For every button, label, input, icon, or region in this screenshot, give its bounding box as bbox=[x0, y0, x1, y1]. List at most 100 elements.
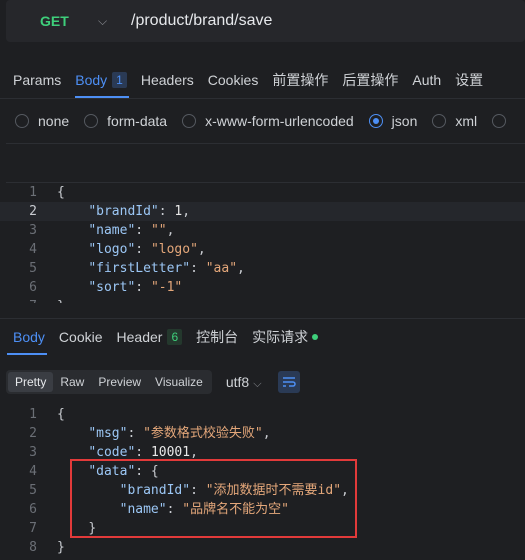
line-number: 5 bbox=[29, 483, 37, 498]
request-tabs: Params Body 1 Headers Cookies 前置操作 后置操作 A… bbox=[0, 62, 525, 99]
http-method-select[interactable]: GET bbox=[6, 13, 90, 29]
radio-icon[interactable] bbox=[492, 114, 507, 128]
radio-checked-icon[interactable] bbox=[368, 114, 383, 128]
line-number: 3 bbox=[29, 223, 37, 238]
json-key: "logo" bbox=[88, 242, 136, 257]
json-brace: } bbox=[88, 521, 97, 536]
response-tabs: Body Cookie Header 6 控制台 实际请求 bbox=[0, 318, 525, 355]
chevron-down-icon[interactable]: ⌵ bbox=[98, 14, 112, 29]
code-line: 5 "firstLetter": "aa", bbox=[0, 259, 525, 278]
tab-count-badge: 6 bbox=[167, 329, 183, 345]
tab-response-header[interactable]: Header 6 bbox=[110, 319, 190, 355]
radio-icon[interactable] bbox=[84, 114, 99, 128]
tab-cookies[interactable]: Cookies bbox=[201, 62, 266, 98]
json-value: "" bbox=[150, 223, 167, 238]
body-type-selector: none form-data x-www-form-urlencoded jso… bbox=[0, 108, 525, 134]
tab-label: 后置操作 bbox=[342, 72, 399, 88]
radio-icon[interactable] bbox=[182, 114, 197, 128]
code-text: } bbox=[57, 297, 65, 303]
tab-label: Body bbox=[75, 72, 108, 88]
code-line: 2 "brandId": 1, bbox=[0, 202, 525, 221]
tab-label: Cookie bbox=[58, 329, 103, 345]
code-text: "sort": "-1" bbox=[88, 280, 183, 295]
line-number: 5 bbox=[29, 261, 37, 276]
json-key: "code" bbox=[88, 445, 136, 460]
json-key: "name" bbox=[88, 223, 136, 238]
line-number: 1 bbox=[29, 185, 37, 200]
line-number: 6 bbox=[29, 502, 37, 517]
response-body-viewer[interactable]: 1{ 2 "msg": "参数格式校验失败", 3 "code": 10001,… bbox=[0, 405, 525, 555]
encoding-select[interactable]: utf8 ⌵ bbox=[226, 374, 262, 391]
code-line: 2 "msg": "参数格式校验失败", bbox=[0, 424, 525, 443]
code-line: 7 } bbox=[0, 519, 525, 538]
wrap-lines-button[interactable] bbox=[277, 371, 300, 393]
body-type-xml[interactable]: xml bbox=[432, 113, 477, 129]
wrap-lines-icon bbox=[282, 377, 296, 387]
code-text: "name": "", bbox=[88, 223, 175, 238]
tab-actual-request[interactable]: 实际请求 bbox=[245, 319, 325, 355]
code-text: "brandId": "添加数据时不需要id", bbox=[119, 483, 349, 498]
tab-params[interactable]: Params bbox=[0, 62, 68, 98]
tab-label: Auth bbox=[412, 72, 442, 88]
request-body-editor[interactable]: 1{ 2 "brandId": 1, 3 "name": "", 4 "logo… bbox=[0, 183, 525, 303]
line-number: 8 bbox=[29, 540, 37, 555]
json-key: "sort" bbox=[88, 280, 136, 295]
view-mode-preview[interactable]: Preview bbox=[91, 372, 148, 392]
code-text: { bbox=[57, 407, 65, 422]
tab-console[interactable]: 控制台 bbox=[189, 319, 245, 355]
code-line: 3 "name": "", bbox=[0, 221, 525, 240]
body-type-form-data[interactable]: form-data bbox=[84, 113, 167, 129]
radio-icon[interactable] bbox=[432, 114, 447, 128]
json-key: "data" bbox=[88, 464, 136, 479]
tab-headers[interactable]: Headers bbox=[134, 62, 201, 98]
line-number: 2 bbox=[29, 204, 37, 219]
view-mode-segmented: Pretty Raw Preview Visualize bbox=[6, 370, 212, 394]
code-text: "logo": "logo", bbox=[88, 242, 206, 257]
radio-label: form-data bbox=[107, 113, 168, 129]
tab-label: Headers bbox=[140, 72, 194, 88]
line-number: 2 bbox=[29, 426, 37, 441]
body-type-urlencoded[interactable]: x-www-form-urlencoded bbox=[182, 113, 354, 129]
json-key: "brandId" bbox=[119, 483, 191, 498]
tab-body[interactable]: Body 1 bbox=[68, 62, 134, 98]
chevron-down-icon: ⌵ bbox=[253, 377, 262, 390]
response-view-toolbar: Pretty Raw Preview Visualize utf8 ⌵ bbox=[6, 369, 300, 395]
code-line: 6 "sort": "-1" bbox=[0, 278, 525, 297]
code-text: "name": "品牌名不能为空" bbox=[119, 502, 289, 517]
url-input[interactable]: /product/brand/save bbox=[131, 12, 272, 30]
body-type-json[interactable]: json bbox=[368, 113, 417, 129]
code-line: 3 "code": 10001, bbox=[0, 443, 525, 462]
status-dot-icon bbox=[312, 334, 319, 340]
json-value: "-1" bbox=[150, 280, 183, 295]
tab-settings[interactable]: 设置 bbox=[448, 62, 490, 98]
tab-label: 实际请求 bbox=[252, 329, 309, 345]
json-key: "firstLetter" bbox=[88, 261, 191, 276]
code-line: 7} bbox=[0, 297, 525, 303]
json-key: "name" bbox=[119, 502, 167, 517]
code-line: 8} bbox=[0, 538, 525, 557]
tab-label: 控制台 bbox=[196, 329, 239, 345]
json-value: "添加数据时不需要id" bbox=[205, 483, 342, 498]
json-value: "logo" bbox=[150, 242, 198, 257]
tab-auth[interactable]: Auth bbox=[405, 62, 448, 98]
code-line: 1{ bbox=[0, 405, 525, 424]
view-mode-visualize[interactable]: Visualize bbox=[148, 372, 210, 392]
tab-post-operations[interactable]: 后置操作 bbox=[335, 62, 405, 98]
tab-response-body[interactable]: Body bbox=[0, 319, 52, 355]
radio-icon[interactable] bbox=[15, 114, 29, 128]
line-number: 6 bbox=[29, 280, 37, 295]
line-number: 4 bbox=[29, 242, 37, 257]
view-mode-pretty[interactable]: Pretty bbox=[8, 372, 54, 392]
body-type-none[interactable]: none bbox=[15, 113, 69, 129]
code-text: } bbox=[57, 540, 65, 555]
tab-response-cookie[interactable]: Cookie bbox=[52, 319, 110, 355]
tab-label: Cookies bbox=[207, 72, 259, 88]
line-number: 3 bbox=[29, 445, 37, 460]
encoding-value: utf8 bbox=[225, 373, 250, 390]
url-bar: GET ⌵ /product/brand/save bbox=[6, 0, 525, 42]
tab-label: 设置 bbox=[455, 72, 484, 88]
tab-pre-operations[interactable]: 前置操作 bbox=[265, 62, 335, 98]
json-value: "aa" bbox=[205, 261, 238, 276]
body-type-more[interactable] bbox=[492, 114, 515, 128]
view-mode-raw[interactable]: Raw bbox=[53, 372, 91, 392]
